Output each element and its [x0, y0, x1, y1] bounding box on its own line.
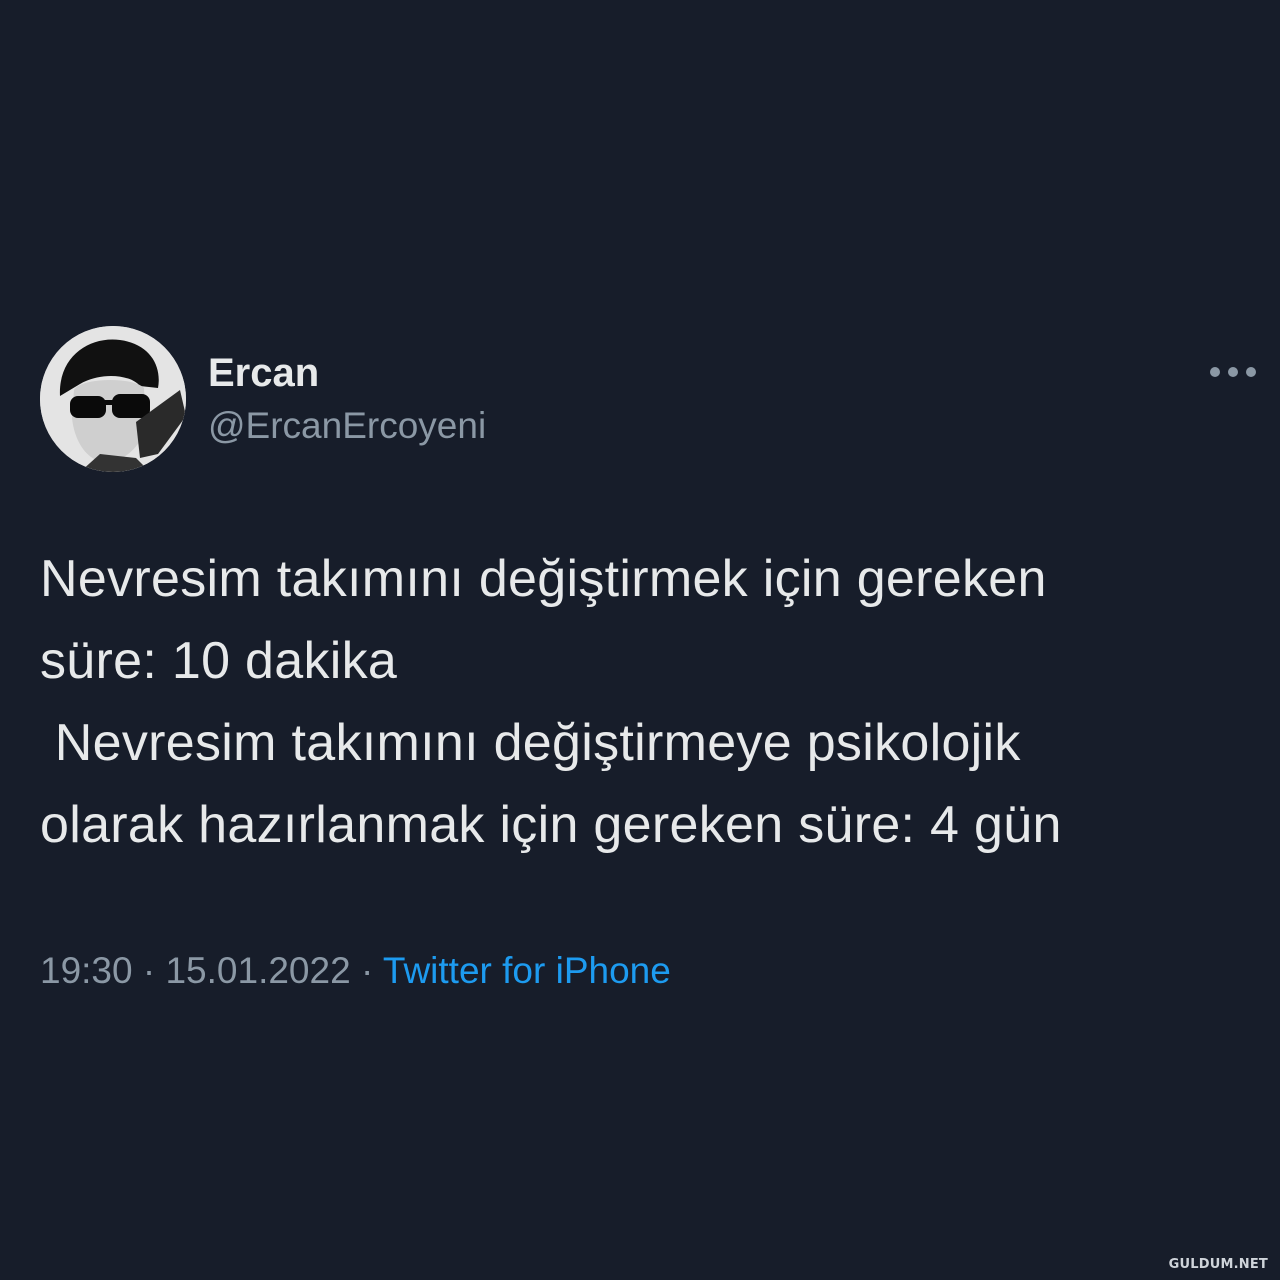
- tweet-date[interactable]: 15.01.2022: [165, 950, 350, 991]
- separator-dot: ·: [360, 950, 374, 991]
- separator-dot: ·: [142, 950, 156, 991]
- tweet-time[interactable]: 19:30: [40, 950, 133, 991]
- display-name[interactable]: Ercan: [208, 350, 319, 396]
- more-horizontal-icon[interactable]: [1208, 360, 1258, 384]
- tweet-card: Ercan @ErcanErcoyeni Nevresim takımını d…: [0, 0, 1280, 1280]
- avatar[interactable]: [40, 326, 186, 472]
- tweet-source-link[interactable]: Twitter for iPhone: [383, 950, 671, 991]
- tweet-metadata: 19:30 · 15.01.2022 · Twitter for iPhone: [40, 948, 671, 994]
- tweet-text: Nevresim takımını değiştirmek için gerek…: [40, 550, 1062, 854]
- avatar-image: [40, 326, 186, 472]
- watermark: GULDUM.NET: [1168, 1257, 1268, 1272]
- username-handle[interactable]: @ErcanErcoyeni: [208, 404, 486, 448]
